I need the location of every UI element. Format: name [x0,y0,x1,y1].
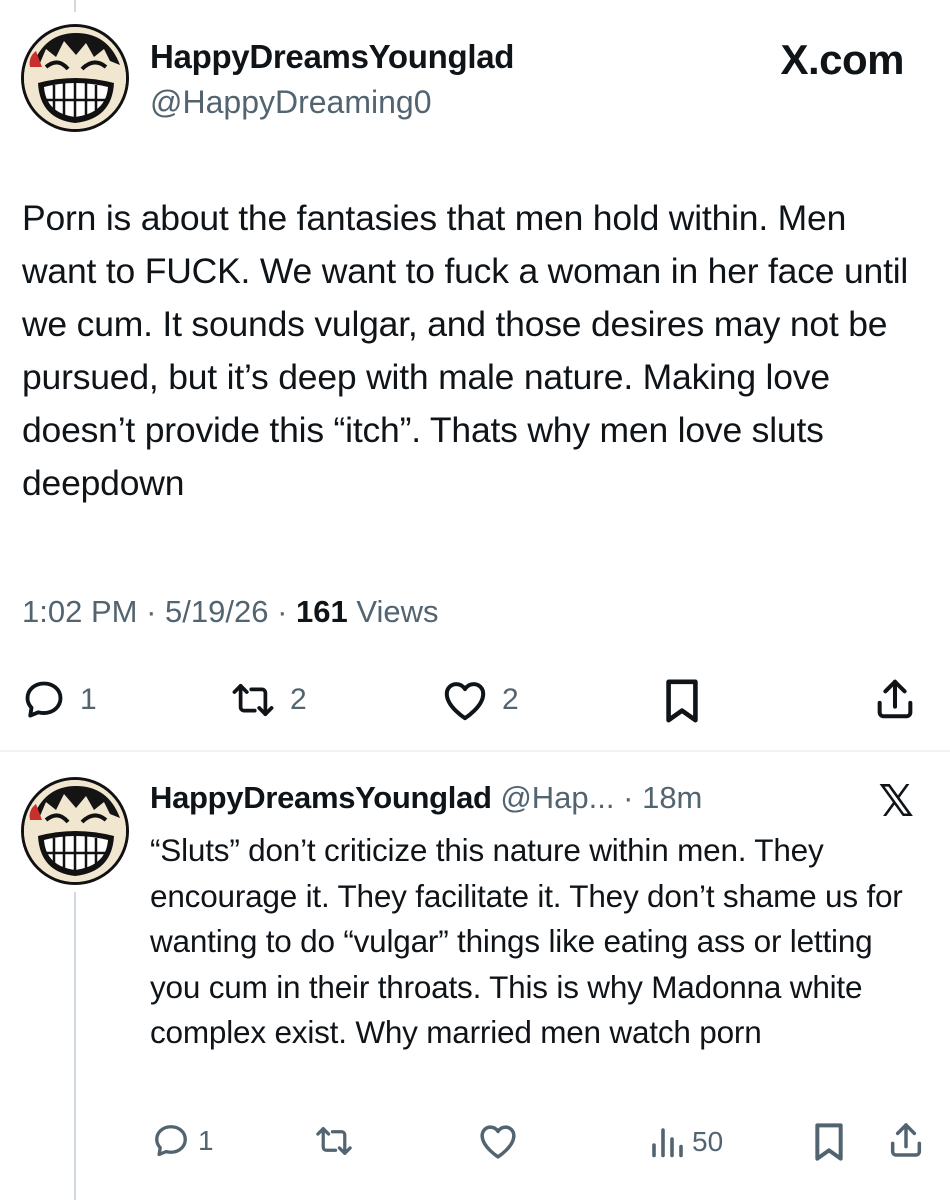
display-name[interactable]: HappyDreamsYounglad [150,38,514,76]
tweet-time[interactable]: 1:02 PM [22,594,137,629]
divider [0,750,950,752]
reply-views-count: 50 [692,1126,724,1157]
views-icon [652,1128,683,1158]
reply-like-button[interactable] [478,1122,518,1160]
repost-button[interactable]: 2 [230,678,307,722]
avatar-image [24,27,126,129]
views-label: Views [356,594,439,629]
share-button[interactable] [872,676,918,722]
reply-header: HappyDreamsYounglad @Hap... · 18m [150,780,703,815]
repost-icon [316,1127,352,1155]
reply-views-button[interactable]: 50 [648,1124,723,1160]
like-icon [480,1125,516,1159]
reply-reply-button[interactable]: 1 [152,1122,214,1160]
like-button[interactable]: 2 [442,678,519,722]
reply-count: 1 [80,683,97,716]
reply-icon [25,681,63,718]
reply-age[interactable]: 18m [642,780,702,815]
thread-line [74,0,76,12]
reply-share-button[interactable] [886,1120,926,1160]
reply-reply-count: 1 [198,1125,214,1156]
user-handle[interactable]: @HappyDreaming0 [150,84,432,121]
views-count: 161 [296,594,348,629]
repost-count: 2 [290,683,307,716]
reply-thread-line [74,892,76,1200]
brand-watermark: X.com [780,36,904,83]
reply-text: “Sluts” don’t criticize this nature with… [150,832,903,1050]
reply-handle[interactable]: @Hap... [500,780,614,815]
x-logo-icon: 𝕏 [878,777,914,826]
tweet-text: Porn is about the fantasies that men hol… [22,198,909,503]
reply-bookmark-button[interactable] [812,1122,846,1162]
bookmark-icon [666,679,698,723]
tweet-date[interactable]: 5/19/26 [165,594,268,629]
reply-display-name[interactable]: HappyDreamsYounglad [150,780,492,815]
repost-icon [232,683,274,717]
avatar[interactable] [21,24,129,132]
share-icon [877,679,913,719]
bookmark-button[interactable] [662,678,702,724]
avatar-image [24,780,126,882]
reply-icon [155,1125,187,1157]
bookmark-icon [815,1123,843,1161]
share-icon [890,1123,922,1157]
tweet-meta: 1:02 PM · 5/19/26 · 161 Views [22,594,439,629]
like-count: 2 [502,683,519,716]
reply-button[interactable]: 1 [22,678,97,722]
like-icon [444,682,486,721]
reply-repost-button[interactable] [314,1122,354,1160]
reply-avatar[interactable] [21,777,129,885]
